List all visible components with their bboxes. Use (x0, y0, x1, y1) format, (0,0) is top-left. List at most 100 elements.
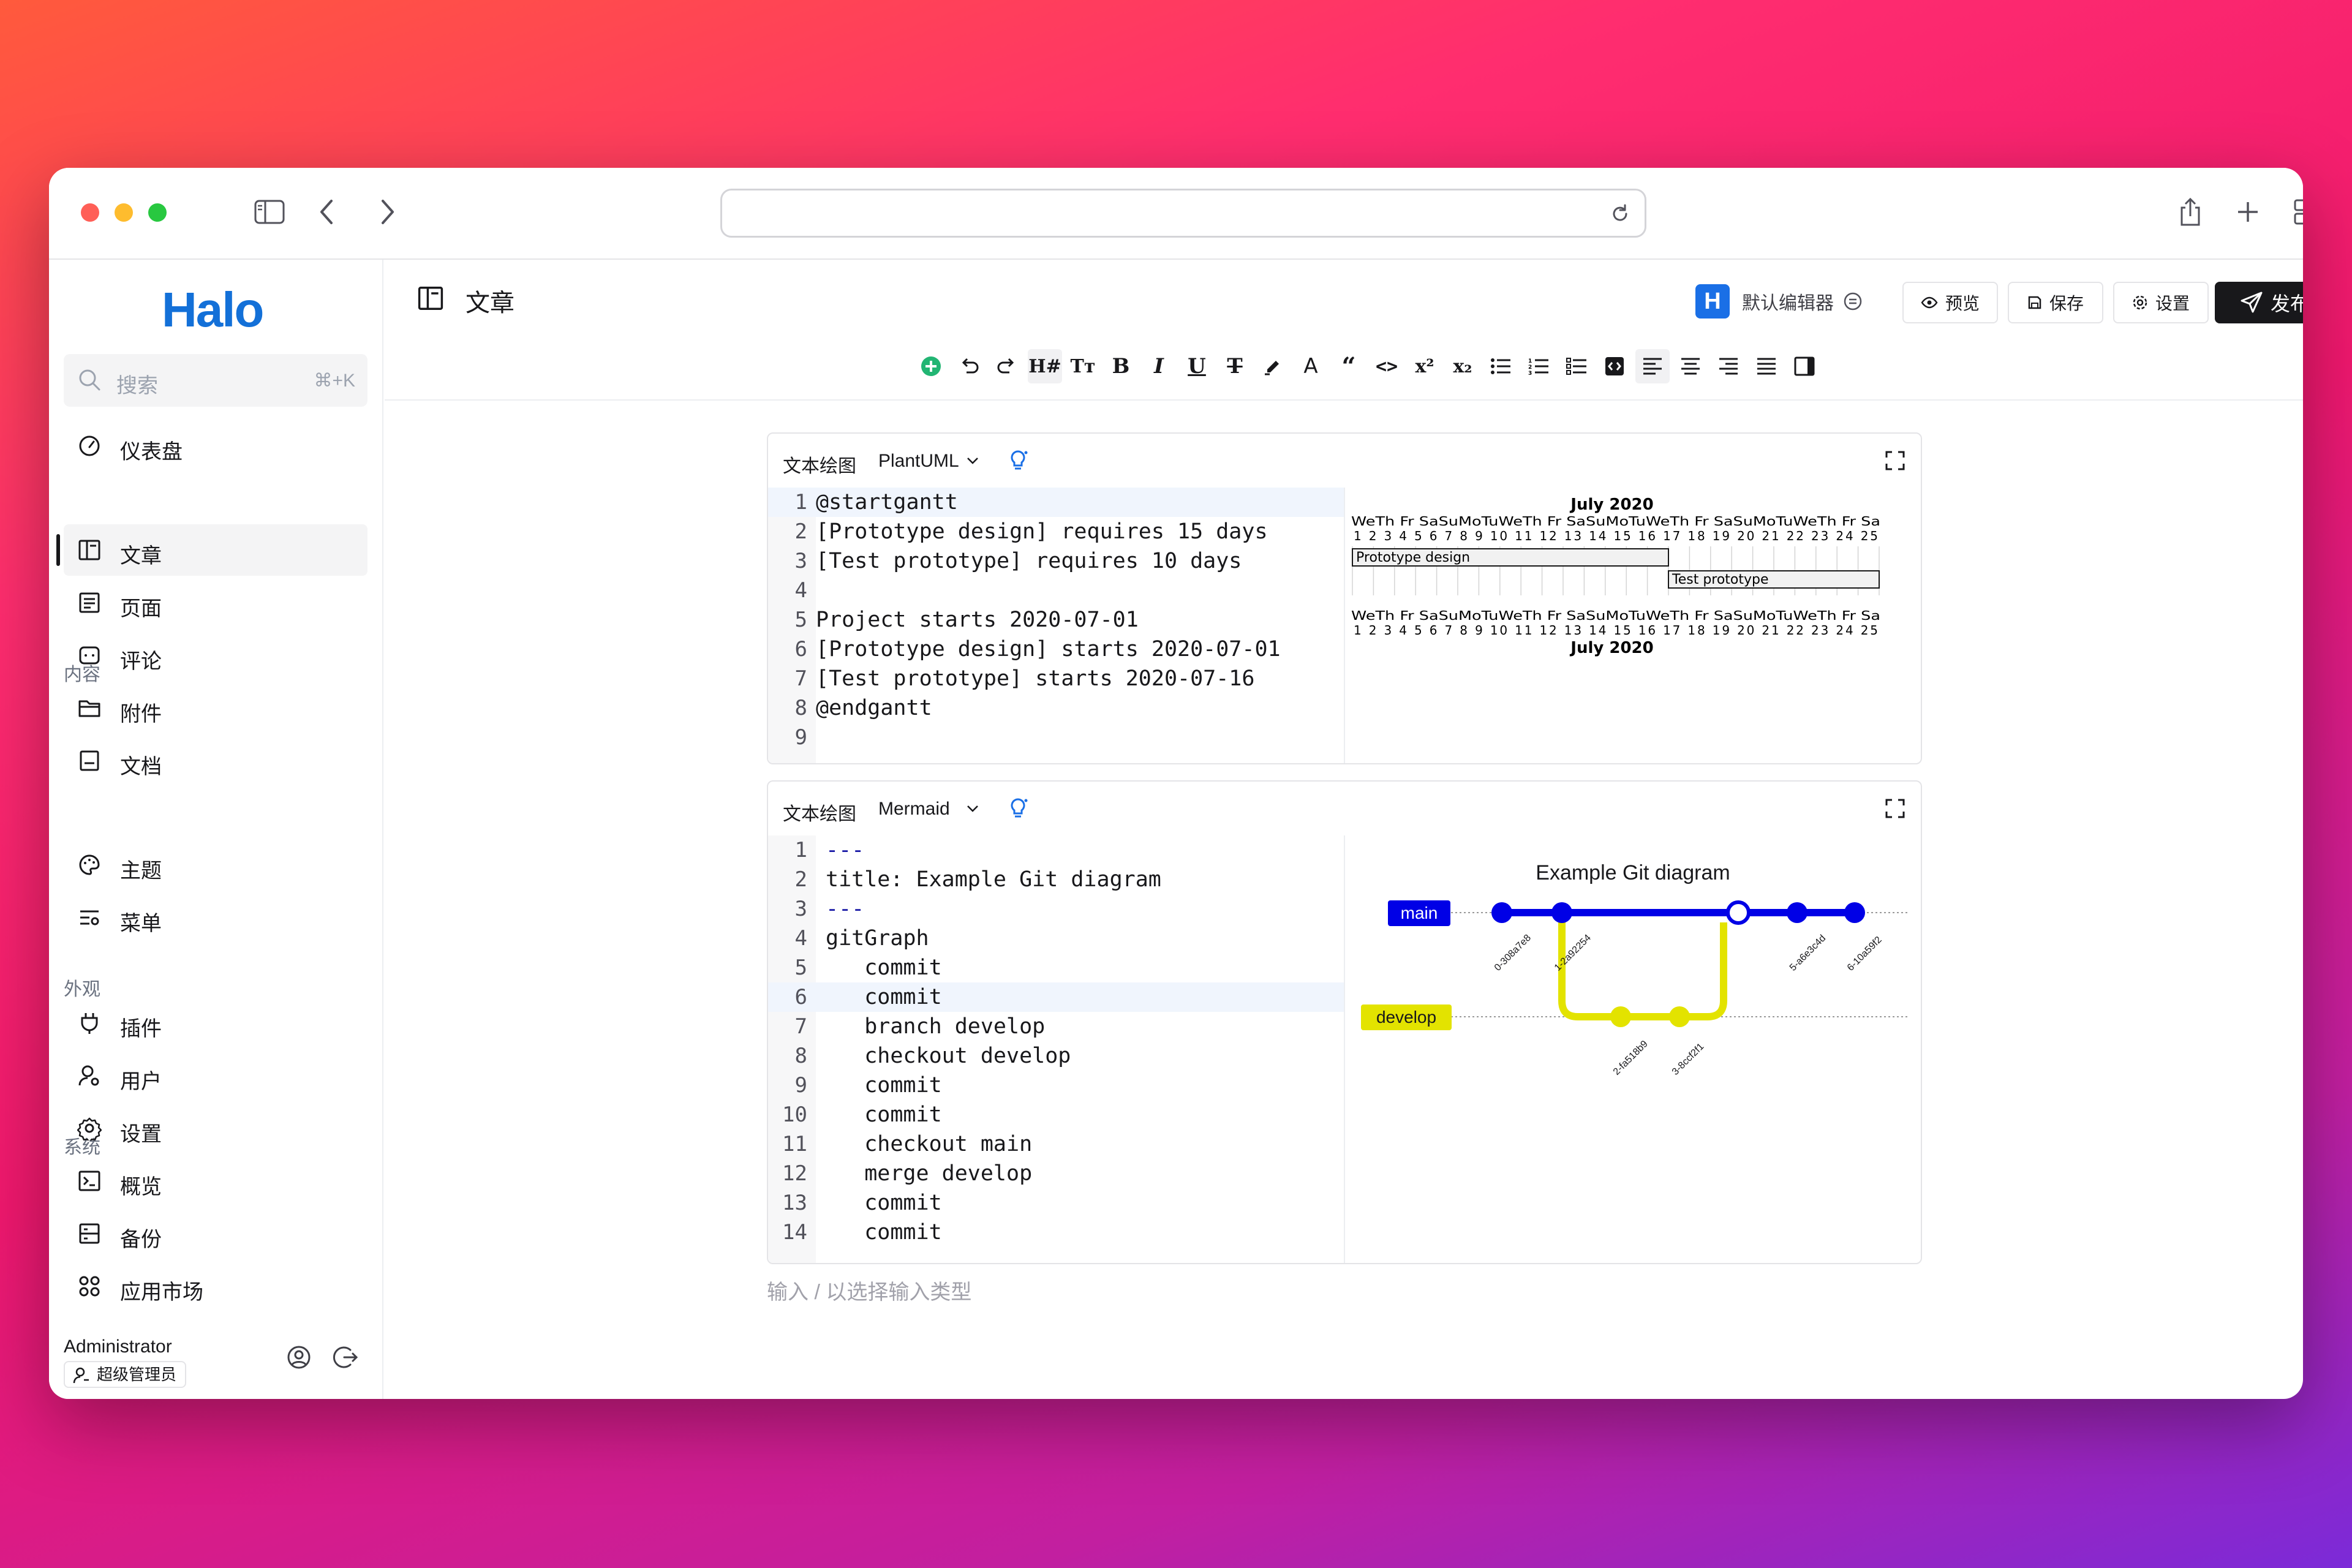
heading-icon[interactable]: H# (1028, 349, 1062, 383)
merge-commit-node[interactable] (1726, 900, 1751, 925)
profile-icon[interactable] (284, 1343, 314, 1372)
lightbulb-icon[interactable] (1005, 795, 1031, 822)
code-line[interactable]: 6 [Prototype design] starts 2020-07-01 (768, 635, 1344, 664)
highlight-icon[interactable] (1256, 349, 1290, 383)
new-tab-icon[interactable] (2230, 194, 2266, 230)
reload-icon[interactable] (1609, 203, 1631, 225)
code-line[interactable]: 8 @endgantt (768, 693, 1344, 723)
fullscreen-icon[interactable] (1884, 450, 1906, 472)
italic-icon[interactable]: I (1142, 349, 1176, 383)
sidebar-item-settings[interactable]: 设置 (64, 1102, 368, 1154)
superscript-icon[interactable]: x² (1408, 349, 1442, 383)
code-line[interactable]: 1 --- (768, 835, 1344, 865)
align-center-icon[interactable] (1673, 349, 1708, 383)
sidebar-item-comments[interactable]: 评论 (64, 630, 368, 681)
forward-icon[interactable] (369, 194, 405, 230)
sidebar-item-attachments[interactable]: 附件 (64, 682, 368, 734)
ordered-list-icon[interactable]: 123 (1521, 349, 1556, 383)
align-left-icon[interactable] (1635, 349, 1670, 383)
sidebar-item-plugins[interactable]: 插件 (64, 997, 368, 1049)
commit-node[interactable] (1787, 902, 1807, 923)
code-line[interactable]: 9 (768, 723, 1344, 752)
code-line[interactable]: 12 merge develop (768, 1159, 1344, 1188)
chevron-down-icon[interactable] (965, 802, 980, 815)
align-right-icon[interactable] (1711, 349, 1746, 383)
halo-logo[interactable]: Halo (162, 282, 264, 337)
side-panel-icon[interactable] (1787, 349, 1822, 383)
sidebar-item-menus[interactable]: 菜单 (64, 892, 368, 943)
underline-icon[interactable]: U (1180, 349, 1214, 383)
svg-text:develop: develop (1376, 1008, 1436, 1027)
strikethrough-icon[interactable]: T (1218, 349, 1252, 383)
sidebar-item-overview[interactable]: 概览 (64, 1155, 368, 1207)
block-input-placeholder[interactable]: 输入 / 以选择输入类型 (767, 1275, 971, 1305)
code-line[interactable]: 2 title: Example Git diagram (768, 865, 1344, 894)
code-line[interactable]: 4 gitGraph (768, 924, 1344, 953)
undo-icon[interactable] (952, 349, 986, 383)
code-icon[interactable]: <> (1370, 349, 1404, 383)
code-line[interactable]: 14 commit (768, 1218, 1344, 1247)
sidebar-item-themes[interactable]: 主题 (64, 839, 368, 891)
settings-button[interactable]: 设置 (2113, 282, 2209, 323)
back-icon[interactable] (309, 194, 345, 230)
sidebar-item-posts[interactable]: 文章 (56, 524, 368, 576)
fullscreen-icon[interactable] (1884, 797, 1906, 820)
bold-icon[interactable]: B (1104, 349, 1138, 383)
subscript-icon[interactable]: x₂ (1446, 349, 1480, 383)
maximize-window-button[interactable] (148, 203, 167, 222)
code-line[interactable]: 5 Project starts 2020-07-01 (768, 605, 1344, 635)
diagram-type-select[interactable]: Mermaid (878, 799, 950, 820)
code-line[interactable]: 9 commit (768, 1071, 1344, 1100)
minimize-window-button[interactable] (115, 203, 133, 222)
code-line[interactable]: 8 checkout develop (768, 1041, 1344, 1071)
font-color-icon[interactable]: A (1294, 349, 1328, 383)
code-line[interactable]: 6 commit (768, 982, 1344, 1012)
code-line[interactable]: 10 commit (768, 1100, 1344, 1129)
sidebar-toggle-icon[interactable] (251, 194, 288, 230)
preview-button[interactable]: 预览 (1902, 282, 1998, 323)
task-list-icon[interactable] (1559, 349, 1594, 383)
code-line[interactable]: 7 branch develop (768, 1012, 1344, 1041)
editor-selector[interactable]: H 默认编辑器 (1695, 284, 1863, 318)
search-input[interactable]: 搜索 ⌘+K (64, 354, 368, 407)
share-icon[interactable] (2172, 194, 2209, 230)
code-line[interactable]: 13 commit (768, 1188, 1344, 1218)
code-line[interactable]: 5 commit (768, 953, 1344, 982)
blockquote-icon[interactable]: “ (1332, 349, 1366, 383)
code-line[interactable]: 4 (768, 576, 1344, 605)
chevron-down-icon[interactable] (965, 454, 980, 467)
commit-node[interactable] (1491, 902, 1512, 923)
bullet-list-icon[interactable] (1483, 349, 1518, 383)
lightbulb-icon[interactable] (1005, 447, 1031, 474)
diagram-type-select[interactable]: PlantUML (878, 451, 959, 472)
sidebar-item-backup[interactable]: 备份 (64, 1208, 368, 1259)
address-bar[interactable] (720, 189, 1646, 238)
code-editor[interactable]: 1 --- 2 title: Example Git diagram 3 --- 4g… (768, 835, 1344, 1263)
close-window-button[interactable] (81, 203, 99, 222)
sidebar-item-docs[interactable]: 文档 (64, 735, 368, 786)
tab-overview-icon[interactable] (2288, 194, 2303, 230)
commit-node[interactable] (1844, 902, 1865, 923)
sidebar-item-dashboard[interactable]: 仪表盘 (64, 420, 368, 472)
commit-node[interactable] (1610, 1006, 1631, 1027)
code-line[interactable]: 2 [Prototype design] requires 15 days (768, 517, 1344, 546)
code-line[interactable]: 7 [Test prototype] starts 2020-07-16 (768, 664, 1344, 693)
code-block-icon[interactable] (1597, 349, 1632, 383)
redo-icon[interactable] (990, 349, 1024, 383)
insert-block-icon[interactable] (914, 349, 948, 383)
font-size-icon[interactable]: Tт (1066, 349, 1100, 383)
code-line[interactable]: 11 checkout main (768, 1129, 1344, 1159)
sidebar-item-pages[interactable]: 页面 (64, 577, 368, 628)
sidebar-item-users[interactable]: 用户 (64, 1050, 368, 1101)
code-line[interactable]: 3 --- (768, 894, 1344, 924)
align-justify-icon[interactable] (1749, 349, 1784, 383)
code-editor[interactable]: 1 @startgantt 2 [Prototype design] require… (768, 488, 1344, 763)
code-line[interactable]: 3 [Test prototype] requires 10 days (768, 546, 1344, 576)
save-button[interactable]: 保存 (2008, 282, 2103, 323)
sidebar-item-appstore[interactable]: 应用市场 (64, 1261, 368, 1312)
code-line[interactable]: 1 @startgantt (768, 488, 1344, 517)
publish-button[interactable]: 发布 (2215, 282, 2303, 323)
logout-icon[interactable] (331, 1343, 360, 1372)
commit-node[interactable] (1669, 1006, 1690, 1027)
commit-node[interactable] (1551, 902, 1572, 923)
